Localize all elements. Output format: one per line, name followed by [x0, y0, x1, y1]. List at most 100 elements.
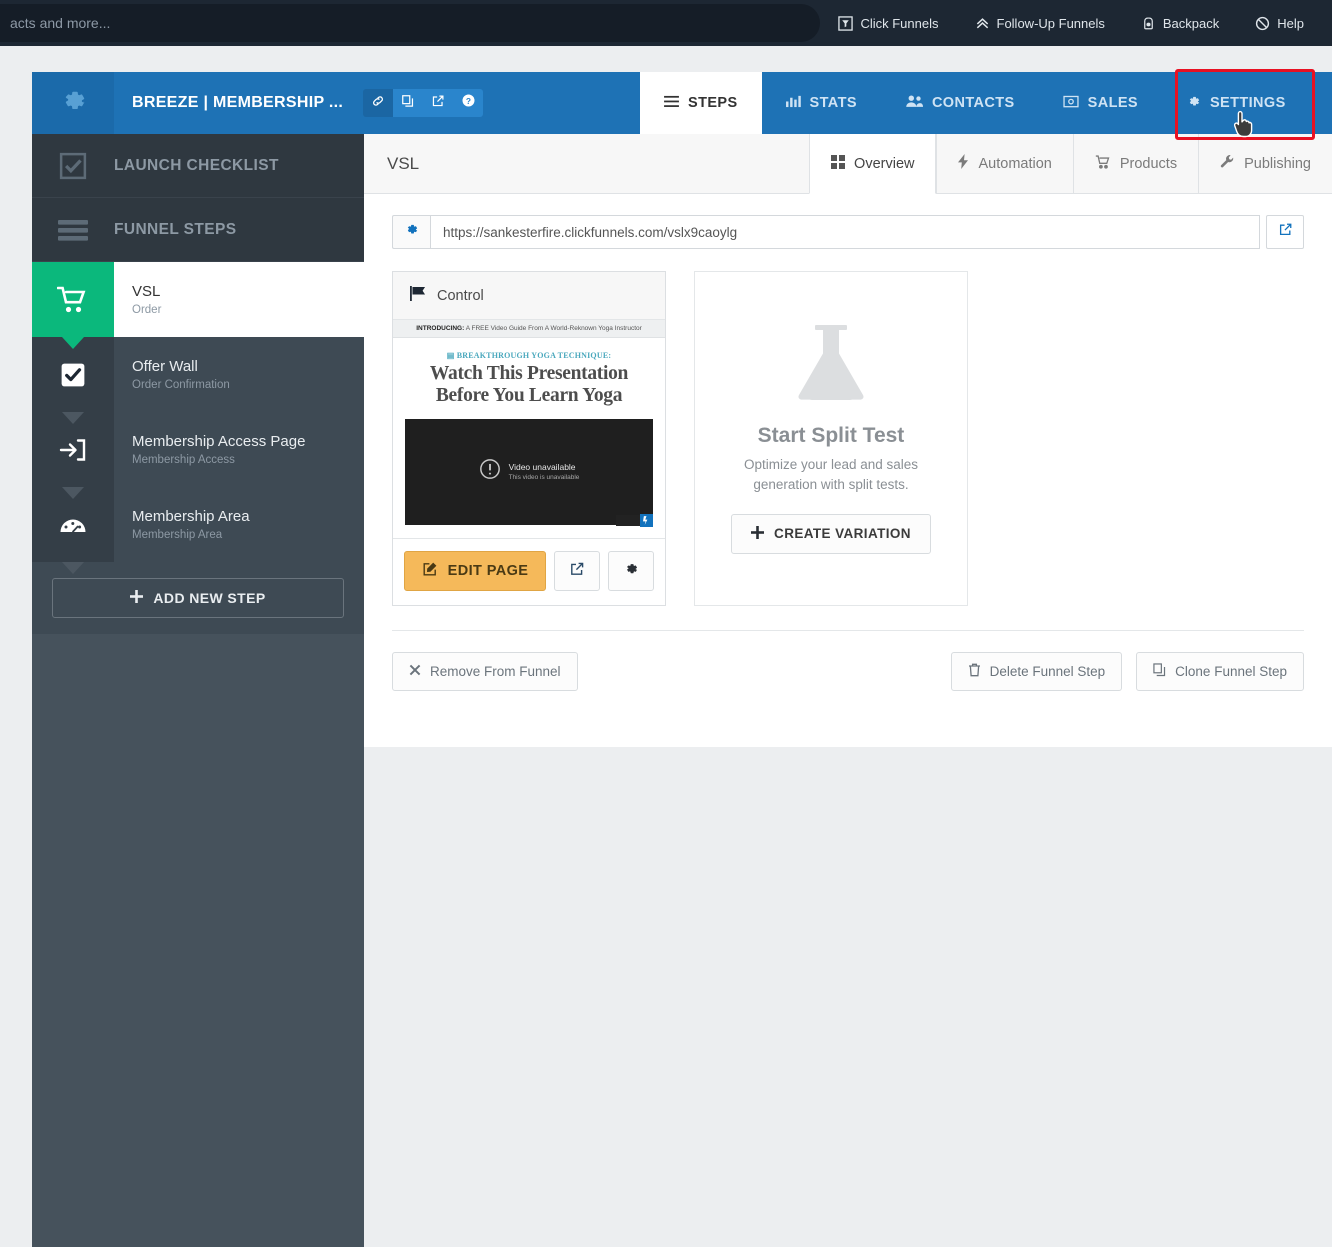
tab-steps[interactable]: STEPS: [640, 72, 762, 134]
clone-funnel-step-button[interactable]: Clone Funnel Step: [1136, 652, 1304, 691]
mouse-cursor-pointer: [1233, 110, 1258, 145]
preview-corner-badge: [616, 513, 653, 527]
subtab-publishing-label: Publishing: [1244, 155, 1311, 172]
preview-strip-text: A FREE Video Guide From A World-Reknown …: [465, 325, 642, 332]
step-subtabs-bar: VSL Overview Automation Products Publish…: [364, 134, 1332, 194]
edit-page-button[interactable]: EDIT PAGE: [404, 551, 546, 591]
hamburger-icon: [32, 218, 114, 242]
sidebar-step-offer-wall[interactable]: Offer Wall Order Confirmation: [32, 337, 364, 412]
open-page-url-button[interactable]: [1266, 215, 1304, 249]
step-connector-arrow: [62, 337, 84, 349]
subtab-products[interactable]: Products: [1072, 134, 1198, 193]
subtab-automation[interactable]: Automation: [936, 134, 1072, 193]
tab-contacts-label: CONTACTS: [931, 95, 1015, 111]
top-navigation-bar: Click Funnels Follow-Up Funnels Backpack…: [0, 0, 1332, 46]
badge-blue: [640, 513, 653, 527]
page-settings-button[interactable]: [608, 551, 654, 591]
close-icon: [409, 664, 421, 679]
tab-steps-label: STEPS: [688, 95, 738, 111]
delete-funnel-step-label: Delete Funnel Step: [989, 664, 1106, 679]
nav-help[interactable]: Help: [1237, 16, 1322, 31]
subtab-automation-label: Automation: [978, 155, 1052, 172]
tab-contacts[interactable]: CONTACTS: [881, 72, 1039, 134]
preview-strip-bold: INTRODUCING:: [416, 325, 465, 332]
flask-icon: [793, 323, 869, 410]
page-icon: ▤: [446, 351, 455, 360]
step-text: Membership Area Membership Area: [114, 508, 250, 541]
subtab-publishing[interactable]: Publishing: [1198, 134, 1332, 193]
step-connector-arrow: [62, 487, 84, 499]
funnel-steps-label: FUNNEL STEPS: [114, 220, 237, 238]
gear-icon: [58, 86, 88, 121]
remove-from-funnel-button[interactable]: Remove From Funnel: [392, 652, 578, 691]
sidebar-step-membership-access-page[interactable]: Membership Access Page Membership Access: [32, 412, 364, 487]
step-name: VSL: [132, 283, 161, 300]
control-card-title: Control: [437, 287, 484, 304]
sidebar-item-launch-checklist[interactable]: LAUNCH CHECKLIST: [32, 134, 364, 198]
link-icon: [371, 94, 385, 113]
add-new-step-label: ADD NEW STEP: [153, 590, 266, 606]
copy-link-button[interactable]: [363, 89, 394, 117]
tab-stats[interactable]: STATS: [762, 72, 881, 134]
preview-page-button[interactable]: [554, 551, 600, 591]
tab-settings-label: SETTINGS: [1209, 95, 1286, 111]
open-funnel-button[interactable]: [423, 89, 454, 117]
preview-eyebrow: ▤ BREAKTHROUGH YOGA TECHNIQUE:: [393, 351, 665, 360]
url-settings-button[interactable]: [392, 215, 430, 249]
step-connector-arrow: [62, 412, 84, 424]
plus-icon: [130, 590, 144, 606]
question-circle-icon: ?: [461, 93, 476, 113]
search-input[interactable]: [10, 15, 790, 31]
bar-chart-icon: [785, 94, 801, 112]
subtab-overview-label: Overview: [854, 155, 915, 172]
nav-click-funnels[interactable]: Click Funnels: [820, 16, 956, 31]
global-search-container[interactable]: [0, 4, 820, 42]
overview-body: https://sankesterfire.clickfunnels.com/v…: [364, 194, 1332, 691]
nav-backpack[interactable]: Backpack: [1123, 16, 1237, 31]
cart-icon: [1095, 154, 1111, 173]
preview-eyebrow-text: BREAKTHROUGH YOGA TECHNIQUE:: [456, 351, 612, 360]
sidebar-step-membership-area[interactable]: Membership Area Membership Area: [32, 487, 364, 562]
help-icon: [1255, 16, 1270, 31]
delete-funnel-step-button[interactable]: Delete Funnel Step: [950, 652, 1123, 691]
funnel-settings-gear-button[interactable]: [32, 72, 114, 134]
funnel-help-button[interactable]: ?: [453, 89, 484, 117]
add-new-step-button[interactable]: ADD NEW STEP: [52, 578, 344, 618]
sidebar-step-vsl[interactable]: VSL Order: [32, 262, 364, 337]
preview-video-placeholder: Video unavailable This video is unavaila…: [405, 418, 653, 527]
create-variation-button[interactable]: CREATE VARIATION: [731, 513, 931, 554]
step-name: Membership Area: [132, 508, 250, 525]
subtab-overview[interactable]: Overview: [809, 134, 937, 194]
hamburger-icon: [664, 95, 679, 112]
section-divider: [392, 630, 1304, 631]
step-type: Membership Access: [132, 454, 235, 466]
sidebar-item-funnel-steps[interactable]: FUNNEL STEPS: [32, 198, 364, 262]
remove-from-funnel-label: Remove From Funnel: [430, 664, 561, 679]
pencil-square-icon: [422, 561, 438, 581]
nav-backpack-label: Backpack: [1162, 15, 1220, 31]
backpack-icon: [1141, 16, 1156, 31]
svg-text:?: ?: [466, 96, 471, 106]
step-type: Order: [132, 304, 162, 316]
control-card-actions: EDIT PAGE: [393, 538, 665, 605]
clone-funnel-button[interactable]: [393, 89, 424, 117]
funnel-sidebar: LAUNCH CHECKLIST FUNNEL STEPS VSL Order: [32, 134, 364, 1247]
alert-circle-icon: [479, 458, 501, 485]
step-name: Membership Access Page: [132, 433, 306, 450]
tab-sales[interactable]: SALES: [1039, 72, 1162, 134]
page-title: VSL: [387, 153, 420, 173]
page-url-value[interactable]: https://sankesterfire.clickfunnels.com/v…: [430, 215, 1260, 249]
step-connector-arrow: [62, 562, 84, 574]
control-variation-card: Control INTRODUCING: A FREE Video Guide …: [392, 271, 666, 606]
gear-icon: [623, 561, 639, 582]
tab-sales-label: SALES: [1087, 95, 1138, 111]
cart-icon: [32, 262, 114, 337]
edit-page-label: EDIT PAGE: [447, 563, 529, 579]
external-link-icon: [1278, 222, 1293, 242]
funnel-app-window: BREEZE | MEMBERSHIP ... ? STEPS STATS CO…: [32, 72, 1332, 1247]
nav-click-funnels-label: Click Funnels: [860, 15, 939, 31]
step-text: Membership Access Page Membership Access: [114, 433, 305, 466]
page-thumbnail-preview[interactable]: INTRODUCING: A FREE Video Guide From A W…: [393, 320, 665, 538]
users-icon: [905, 94, 923, 112]
nav-follow-up-funnels[interactable]: Follow-Up Funnels: [957, 16, 1123, 31]
